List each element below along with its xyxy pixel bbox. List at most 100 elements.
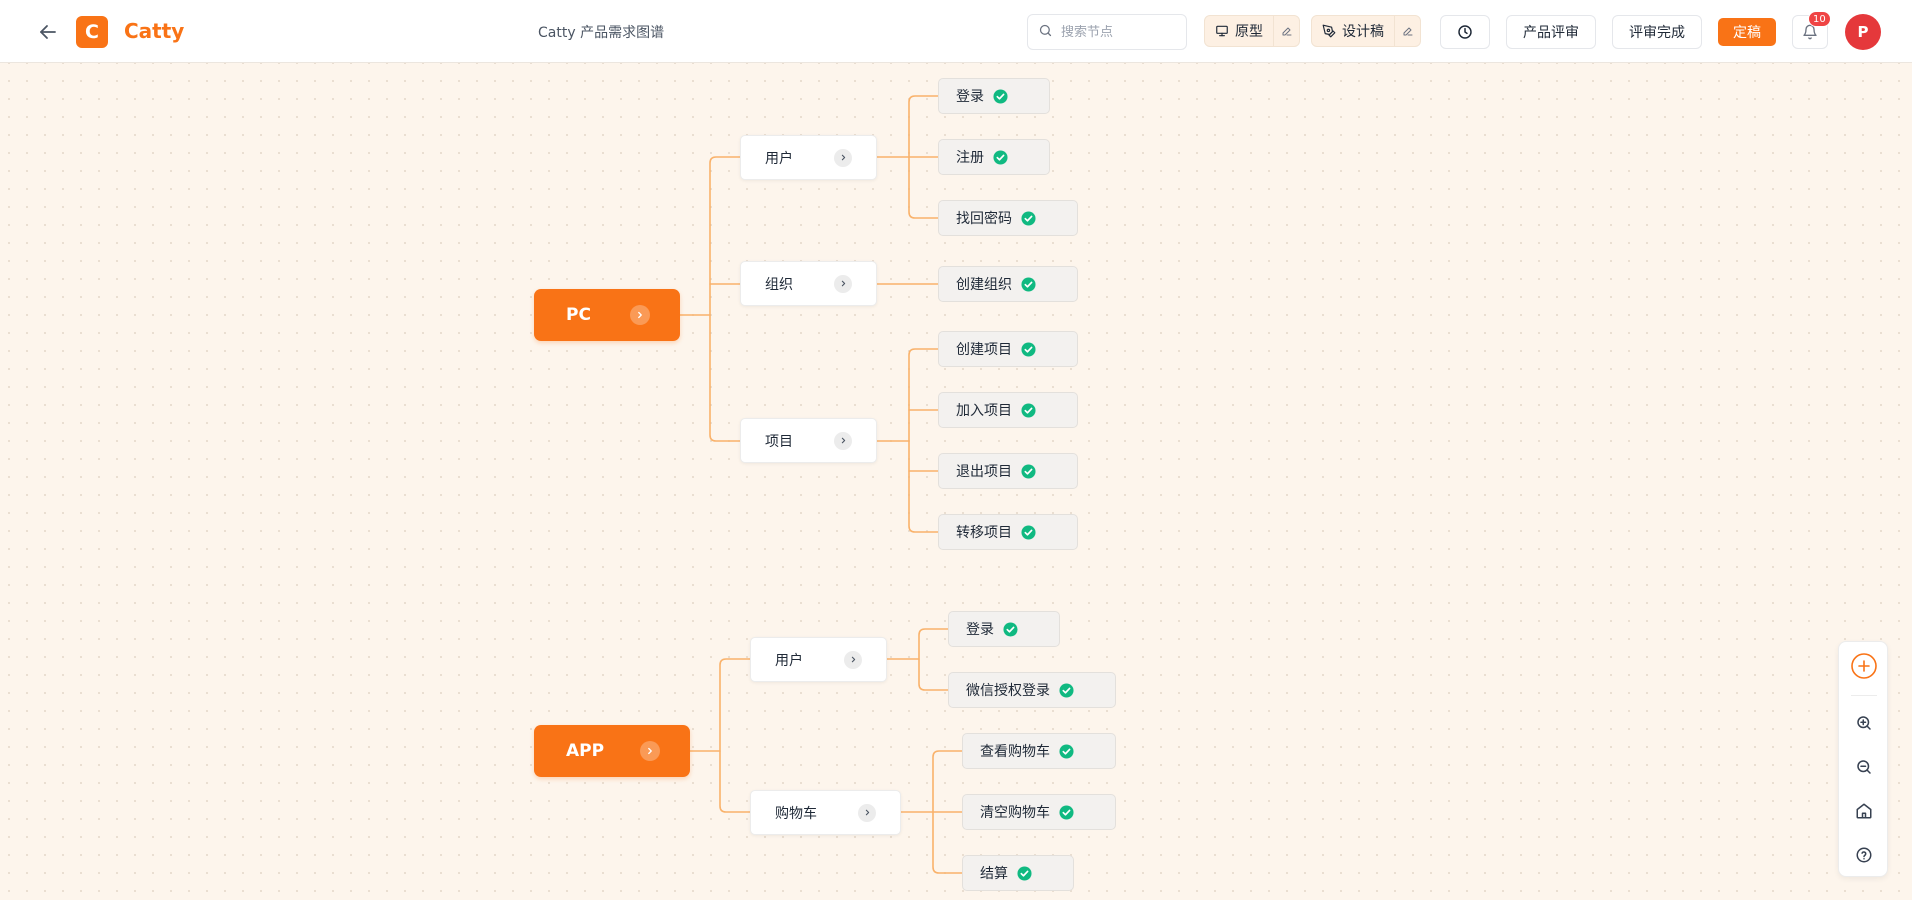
user-avatar[interactable]: P [1845,14,1881,50]
canvas-tool-panel [1838,641,1888,877]
finalize-button[interactable]: 定稿 [1718,18,1776,46]
add-node-button[interactable] [1851,653,1877,679]
zoom-out-icon [1857,760,1871,774]
branch-node-label: 项目 [765,433,793,450]
leaf-node-label: 注册 [956,150,984,166]
branch-node-app-cart[interactable]: 购物车 [750,790,901,835]
leaf-node[interactable]: 查看购物车 [962,733,1116,769]
search-box[interactable] [1027,14,1187,50]
leaf-node[interactable]: 登录 [938,78,1050,114]
root-node-pc[interactable]: PC [534,289,680,341]
document-title: Catty 产品需求图谱 [538,25,665,41]
back-arrow-icon[interactable] [36,20,60,44]
chevron-right-icon[interactable] [834,148,852,167]
product-review-button[interactable]: 产品评审 [1506,15,1596,49]
help-button[interactable] [1851,842,1877,868]
leaf-node[interactable]: 创建组织 [938,266,1078,302]
leaf-node[interactable]: 转移项目 [938,514,1078,550]
app-name: Catty [124,19,185,43]
branch-node-label: 组织 [765,276,793,293]
history-button[interactable] [1440,15,1490,49]
leaf-node[interactable]: 加入项目 [938,392,1078,428]
leaf-node-label: 登录 [966,622,994,638]
divider [1851,695,1877,696]
check-circle-icon [993,149,1008,165]
search-icon [1038,23,1053,42]
leaf-node[interactable]: 微信授权登录 [948,672,1116,708]
zoom-in-button[interactable] [1851,710,1877,736]
pen-tool-icon [1322,24,1336,38]
root-node-app[interactable]: APP [534,725,690,777]
design-button[interactable]: 设计稿 [1312,16,1394,46]
leaf-node[interactable]: 退出项目 [938,453,1078,489]
mindmap-connectors [679,95,963,874]
app-logo: C [76,16,108,48]
check-circle-icon [1021,463,1036,479]
root-node-label: APP [566,741,605,761]
leaf-node[interactable]: 创建项目 [938,331,1078,367]
leaf-node-label: 清空购物车 [980,805,1050,821]
check-circle-icon [1021,276,1036,292]
design-button-group: 设计稿 [1311,15,1421,47]
check-circle-icon [1059,804,1074,820]
leaf-node-label: 结算 [980,866,1008,882]
help-circle-icon [1856,847,1872,863]
leaf-node[interactable]: 注册 [938,139,1050,175]
chevron-right-icon[interactable] [834,274,852,293]
check-circle-icon [1021,210,1036,226]
leaf-node-label: 微信授权登录 [966,683,1050,699]
review-complete-button[interactable]: 评审完成 [1612,15,1702,49]
check-circle-icon [1021,524,1036,540]
check-circle-icon [993,88,1008,104]
notification-badge: 10 [1808,11,1831,27]
branch-node-pc-org[interactable]: 组织 [740,261,877,306]
prototype-button-group: 原型 [1204,15,1300,47]
branch-node-label: 购物车 [775,805,817,822]
leaf-node[interactable]: 清空购物车 [962,794,1116,830]
leaf-node-label: 转移项目 [956,525,1012,541]
branch-node-pc-user[interactable]: 用户 [740,135,877,180]
leaf-node[interactable]: 结算 [962,855,1074,891]
branch-node-label: 用户 [775,652,803,669]
check-circle-icon [1059,743,1074,759]
leaf-node-label: 创建组织 [956,277,1012,293]
chevron-right-icon[interactable] [640,741,660,761]
chevron-right-icon[interactable] [844,650,862,669]
leaf-node[interactable]: 登录 [948,611,1060,647]
home-icon [1856,803,1872,819]
plus-circle-icon [1851,653,1877,679]
branch-node-label: 用户 [765,150,793,167]
prototype-edit-button[interactable] [1273,16,1299,46]
design-edit-button[interactable] [1394,16,1420,46]
check-circle-icon [1059,682,1074,698]
reset-view-button[interactable] [1851,798,1877,824]
leaf-node[interactable]: 找回密码 [938,200,1078,236]
chevron-right-icon[interactable] [630,305,650,325]
chevron-right-icon[interactable] [858,803,876,822]
prototype-label: 原型 [1235,24,1263,40]
prototype-button[interactable]: 原型 [1205,16,1273,46]
zoom-in-icon [1857,716,1871,730]
leaf-node-label: 登录 [956,89,984,105]
branch-node-app-user[interactable]: 用户 [750,637,887,682]
top-bar: C Catty Catty 产品需求图谱 原型 设计稿 产品评审 评审完成 定稿 [0,0,1912,63]
chevron-right-icon[interactable] [834,431,852,450]
leaf-node-label: 创建项目 [956,342,1012,358]
branch-node-pc-project[interactable]: 项目 [740,418,877,463]
zoom-out-button[interactable] [1851,754,1877,780]
check-circle-icon [1021,402,1036,418]
monitor-icon [1216,25,1228,37]
leaf-node-label: 加入项目 [956,403,1012,419]
leaf-node-label: 查看购物车 [980,744,1050,760]
leaf-node-label: 找回密码 [956,211,1012,227]
clock-icon [1458,25,1472,39]
edit-icon [1403,27,1412,36]
design-label: 设计稿 [1342,24,1384,40]
check-circle-icon [1021,341,1036,357]
check-circle-icon [1017,865,1032,881]
search-input[interactable] [1061,24,1181,40]
leaf-node-label: 退出项目 [956,464,1012,480]
check-circle-icon [1003,621,1018,637]
edit-icon [1282,27,1291,36]
root-node-label: PC [566,305,591,325]
